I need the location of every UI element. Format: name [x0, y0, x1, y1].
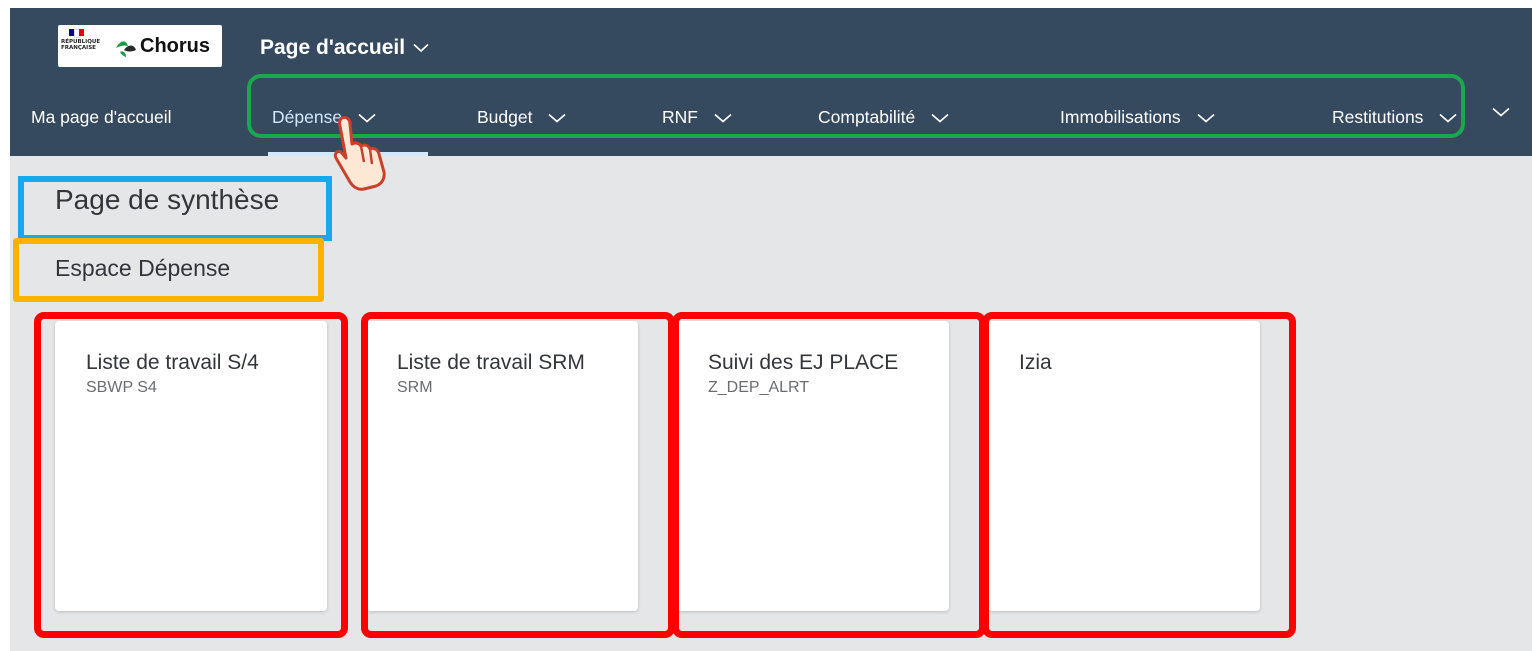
- nav-highlight-annotation: [247, 74, 1465, 138]
- nav-home-label: Ma page d'accueil: [31, 107, 172, 127]
- republique-francaise-label: RÉPUBLIQUE FRANÇAISE: [61, 39, 101, 51]
- tile-highlight-annotation: [361, 312, 675, 638]
- section-highlight-annotation: [13, 238, 324, 302]
- tile-highlight-annotation: [672, 312, 986, 638]
- nav-home[interactable]: Ma page d'accueil: [31, 107, 172, 128]
- chevron-down-icon: [413, 43, 429, 53]
- tile-highlight-annotation: [982, 312, 1296, 638]
- chevron-down-icon: [1492, 107, 1510, 117]
- app-title-label: Page d'accueil: [260, 36, 406, 59]
- brand-name: Chorus: [140, 35, 210, 57]
- marianne-flag-icon: RÉPUBLIQUE FRANÇAISE: [61, 29, 101, 63]
- chorus-logo[interactable]: RÉPUBLIQUE FRANÇAISE Chorus: [58, 25, 222, 67]
- chorus-leaf-icon: [116, 41, 136, 57]
- title-highlight-annotation: [18, 176, 332, 241]
- nav-overflow-button[interactable]: [1492, 107, 1510, 117]
- app-title-menu[interactable]: Page d'accueil: [260, 36, 429, 60]
- launchpad-shell: RÉPUBLIQUE FRANÇAISE Chorus Page d'accue…: [10, 8, 1532, 651]
- tile-highlight-annotation: [34, 312, 348, 638]
- hand-pointer-icon: [333, 115, 386, 191]
